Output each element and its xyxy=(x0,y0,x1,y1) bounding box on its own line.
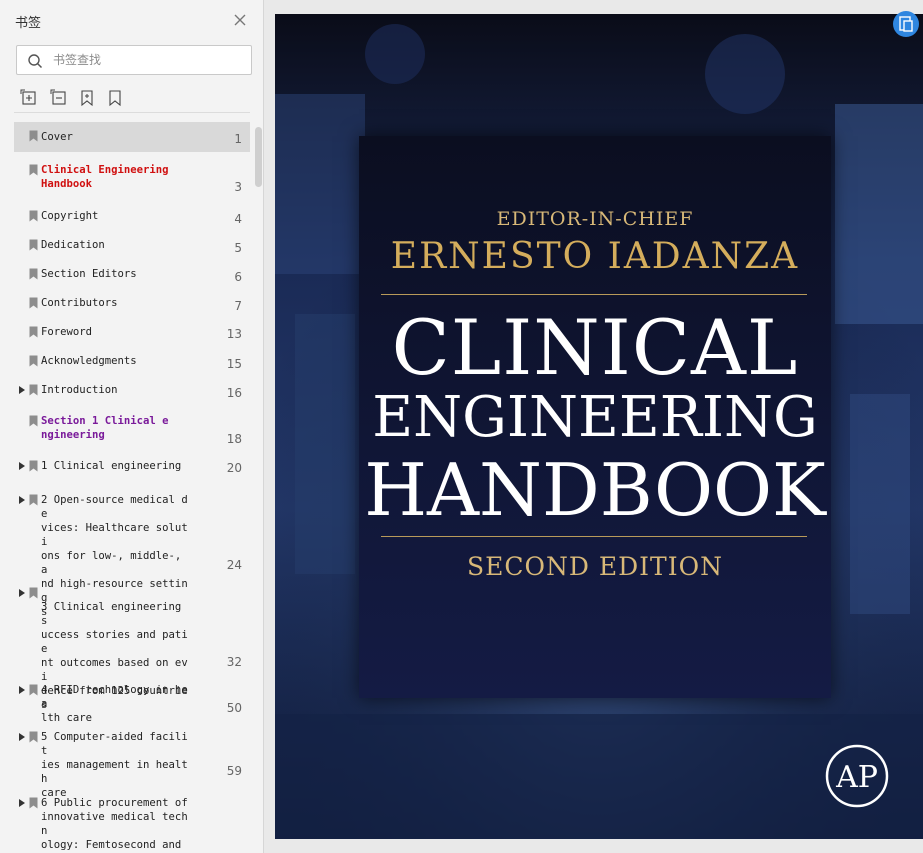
gold-rule-top xyxy=(381,294,807,295)
page-view-icon[interactable] xyxy=(893,11,919,37)
document-view: EDITOR-IN-CHIEF ERNESTO IADANZA CLINICAL… xyxy=(265,0,923,853)
bookmark-flag-icon xyxy=(29,239,38,251)
bookmark-label: Section 1 Clinical e ngineering xyxy=(41,415,169,441)
bookmark-label: 5 Computer-aided facilit ies management … xyxy=(41,731,188,799)
sidebar-scrollbar[interactable] xyxy=(255,127,262,187)
bookmark-page-number: 13 xyxy=(226,327,242,341)
bookmark-page-number: 18 xyxy=(226,432,242,446)
sidebar-title: 书签 xyxy=(15,16,42,31)
bookmark-flag-icon xyxy=(29,384,38,396)
close-icon[interactable] xyxy=(232,12,248,28)
bookmark-label: Foreword xyxy=(41,326,93,338)
bookmark-item[interactable]: Contributors 7 xyxy=(14,291,250,313)
bookmark-item[interactable]: Introduction 16 xyxy=(14,378,250,400)
expand-arrow-icon[interactable] xyxy=(18,461,26,471)
title-panel: EDITOR-IN-CHIEF ERNESTO IADANZA CLINICAL… xyxy=(359,136,831,698)
bookmark-flag-icon xyxy=(29,587,38,599)
book-title-line1: CLINICAL xyxy=(391,303,799,392)
bookmark-item[interactable]: 5 Computer-aided facilit ies management … xyxy=(14,725,250,799)
bookmark-label: Contributors xyxy=(41,297,118,309)
toolbar-divider xyxy=(14,112,250,113)
expand-arrow-icon[interactable] xyxy=(18,495,26,505)
bookmark-flag-icon xyxy=(29,797,38,809)
add-bookmark-icon[interactable] xyxy=(78,89,96,107)
bookmark-label: Cover xyxy=(41,131,73,143)
bookmark-label: Copyright xyxy=(41,210,99,222)
expand-arrow-icon[interactable] xyxy=(18,798,26,808)
collapse-all-icon[interactable] xyxy=(50,89,68,107)
bookmark-label: Acknowledgments xyxy=(41,355,137,367)
expand-arrow-icon[interactable] xyxy=(18,385,26,395)
bookmark-icon[interactable] xyxy=(106,89,124,107)
bookmark-item[interactable]: 3 Clinical engineering s uccess stories … xyxy=(14,581,250,711)
bookmark-page-number: 7 xyxy=(234,299,242,313)
bookmark-item[interactable]: Dedication 5 xyxy=(14,233,250,255)
bookmark-label: Introduction xyxy=(41,384,118,396)
bookmark-sidebar: 书签 Cover1Clinical Engineering Handbook3C… xyxy=(0,0,264,853)
bookmark-item[interactable]: 4 RFID technology in hea lth care 50 xyxy=(14,678,250,724)
bookmark-page-number: 4 xyxy=(234,212,242,226)
book-title-line2: ENGINEERING xyxy=(372,385,818,450)
bookmark-item[interactable]: Section 1 Clinical e ngineering 18 xyxy=(14,409,250,447)
bookmark-flag-icon xyxy=(29,210,38,222)
bookmark-flag-icon xyxy=(29,326,38,338)
bookmark-label: 4 RFID technology in hea lth care xyxy=(41,684,188,724)
expand-arrow-icon[interactable] xyxy=(18,732,26,742)
bookmark-label: 1 Clinical engineering xyxy=(41,460,182,472)
bookmark-page-number: 6 xyxy=(234,270,242,284)
bookmark-item[interactable]: Copyright 4 xyxy=(14,204,250,226)
gold-rule-bottom xyxy=(381,536,807,537)
expand-all-icon[interactable] xyxy=(20,89,38,107)
search-input[interactable] xyxy=(53,50,243,70)
search-box[interactable] xyxy=(16,45,252,75)
bookmark-label: 6 Public procurement of innovative medic… xyxy=(41,797,188,851)
bookmark-item[interactable]: 1 Clinical engineering 20 xyxy=(14,454,250,476)
bookmark-page-number: 32 xyxy=(226,655,242,669)
expand-arrow-icon[interactable] xyxy=(18,588,26,598)
bookmark-list: Cover 1 Clinical Engineering Handbook 3 Copy… xyxy=(14,118,250,853)
bookmark-item[interactable]: 6 Public procurement of innovative medic… xyxy=(14,791,250,853)
bookmark-flag-icon xyxy=(29,731,38,743)
bookmark-page-number: 20 xyxy=(226,461,242,475)
bookmark-page-number: 16 xyxy=(226,386,242,400)
bookmark-flag-icon xyxy=(29,130,38,142)
bookmark-flag-icon xyxy=(29,164,38,176)
bookmark-item[interactable]: Clinical Engineering Handbook 3 xyxy=(14,158,250,196)
bookmark-flag-icon xyxy=(29,460,38,472)
bookmark-flag-icon xyxy=(29,268,38,280)
bookmark-page-number: 1 xyxy=(234,132,242,146)
bookmark-label: Section Editors xyxy=(41,268,137,280)
bookmark-item[interactable]: Foreword 13 xyxy=(14,320,250,342)
edition-label: SECOND EDITION xyxy=(467,552,723,581)
bookmark-item[interactable]: Cover 1 xyxy=(14,122,250,152)
bookmark-flag-icon xyxy=(29,297,38,309)
bookmark-label: Clinical Engineering Handbook xyxy=(41,164,169,190)
bookmark-page-number: 50 xyxy=(226,701,242,715)
book-cover-page: EDITOR-IN-CHIEF ERNESTO IADANZA CLINICAL… xyxy=(275,14,923,839)
bookmark-page-number: 3 xyxy=(234,180,242,194)
bookmark-item[interactable]: 2 Open-source medical de vices: Healthca… xyxy=(14,488,250,618)
editor-name: ERNESTO IADANZA xyxy=(390,236,800,277)
bookmark-page-number: 59 xyxy=(226,764,242,778)
bookmark-flag-icon xyxy=(29,415,38,427)
publisher-logo: AP xyxy=(825,744,889,808)
bookmark-page-number: 24 xyxy=(226,558,242,572)
book-title-line3: HANDBOOK xyxy=(364,448,826,532)
bookmark-label: Dedication xyxy=(41,239,105,251)
publisher-logo-text: AP xyxy=(835,760,878,795)
bookmark-flag-icon xyxy=(29,684,38,696)
editor-label: EDITOR-IN-CHIEF xyxy=(496,208,694,230)
bookmark-flag-icon xyxy=(29,494,38,506)
bookmark-item[interactable]: Acknowledgments 15 xyxy=(14,349,250,371)
bookmark-flag-icon xyxy=(29,355,38,367)
bookmark-item[interactable]: Section Editors 6 xyxy=(14,262,250,284)
bookmark-page-number: 15 xyxy=(226,357,242,371)
search-icon xyxy=(28,54,43,69)
expand-arrow-icon[interactable] xyxy=(18,685,26,695)
bookmark-page-number: 5 xyxy=(234,241,242,255)
